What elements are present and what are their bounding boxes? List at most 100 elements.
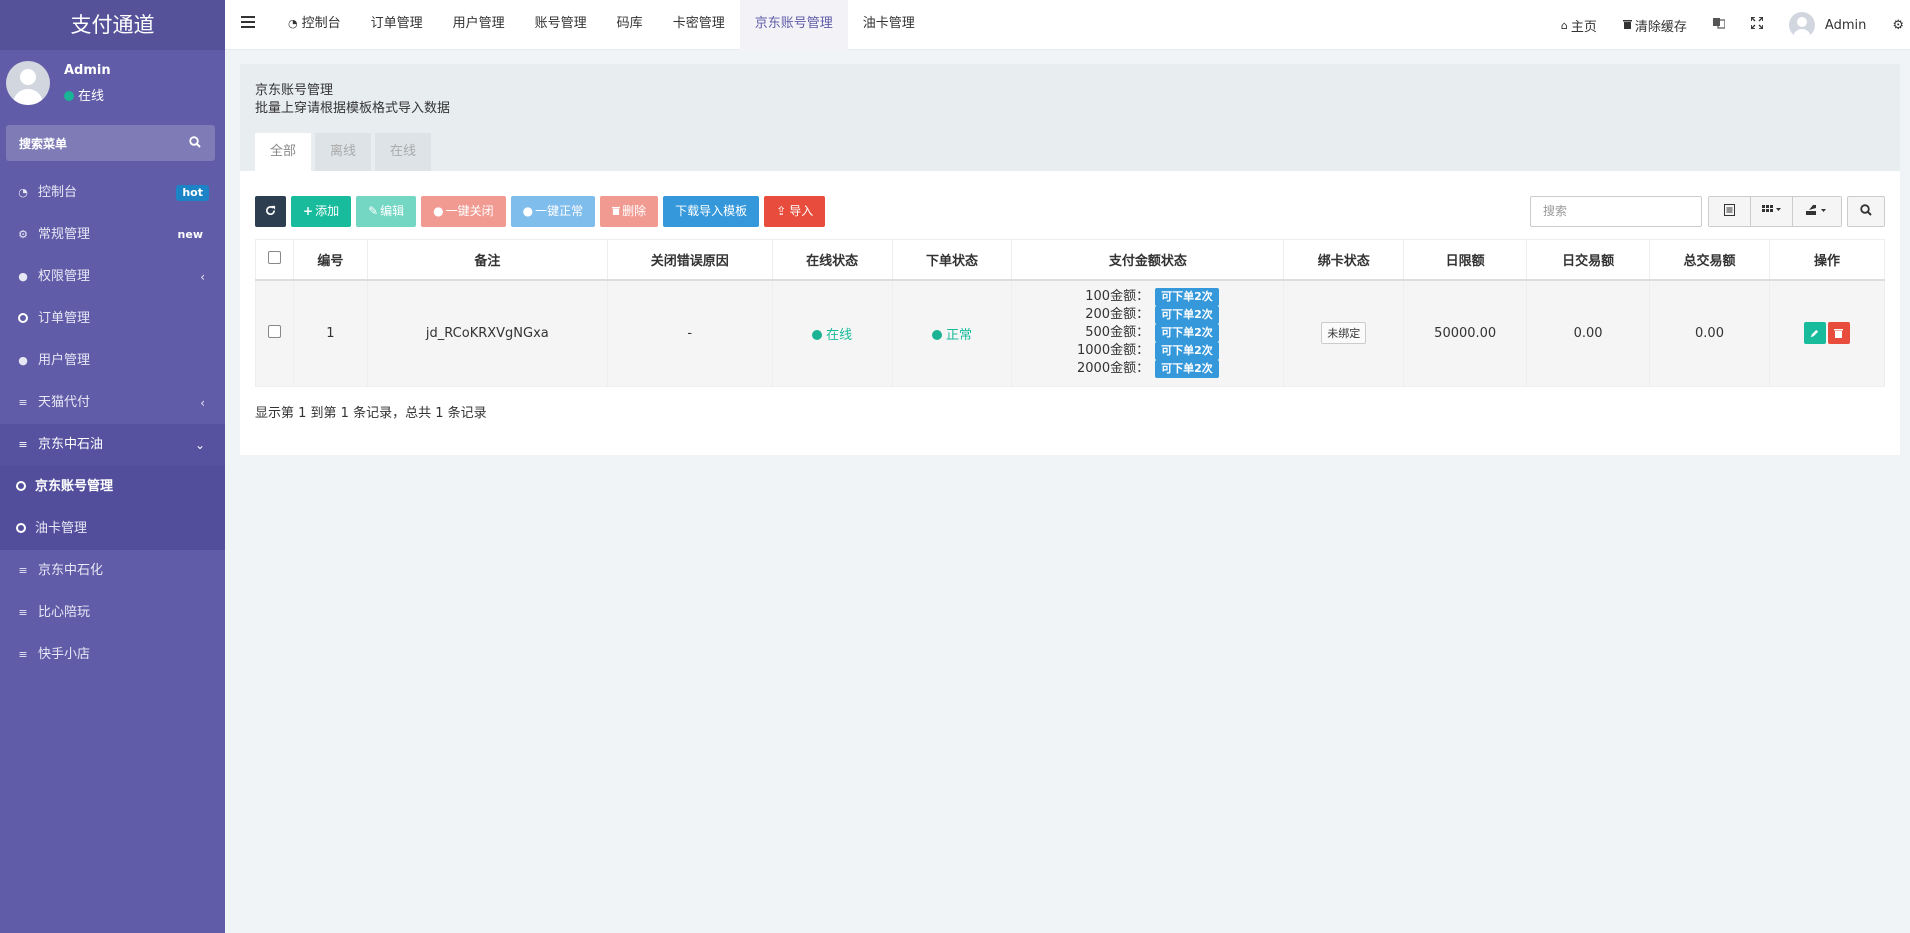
clear-cache-button[interactable]: 清除缓存 xyxy=(1610,16,1700,35)
topnav-card-secrets[interactable]: 卡密管理 xyxy=(658,0,740,50)
daily-limit-cell: 50000.00 xyxy=(1403,279,1528,387)
list-icon: ≡ xyxy=(18,396,28,409)
amount-label: 1000金额： xyxy=(1077,343,1150,359)
language-button[interactable] xyxy=(1700,17,1738,33)
sidebar-item-tmall[interactable]: ≡ 天猫代付 ‹ xyxy=(0,382,225,424)
column-header[interactable]: 关闭错误原因 xyxy=(606,239,773,281)
column-header[interactable]: 支付金额状态 xyxy=(1011,239,1285,281)
advanced-search-button[interactable] xyxy=(1847,196,1885,227)
menu-toggle-icon[interactable] xyxy=(241,16,255,32)
sidebar-item-label: 订单管理 xyxy=(38,311,91,326)
sidebar-item-label: 比心陪玩 xyxy=(38,605,91,620)
column-header[interactable]: 总交易额 xyxy=(1649,239,1770,281)
trash-icon xyxy=(612,204,621,218)
column-header[interactable]: 编号 xyxy=(292,239,368,281)
column-header[interactable]: 绑卡状态 xyxy=(1283,239,1405,281)
column-header[interactable]: 备注 xyxy=(366,239,608,281)
column-header[interactable]: 下单状态 xyxy=(891,239,1013,281)
download-template-button[interactable]: 下载导入模板 xyxy=(663,196,760,227)
topnav-orders[interactable]: 订单管理 xyxy=(356,0,438,50)
sidebar-item-oil-cards[interactable]: 油卡管理 xyxy=(0,508,225,550)
column-header[interactable]: 在线状态 xyxy=(771,239,893,281)
sidebar-item-general[interactable]: ⚙ 常规管理 new xyxy=(0,214,225,256)
panel-title: 京东账号管理 xyxy=(255,83,334,98)
sidebar-search-input[interactable]: 搜索菜单 xyxy=(6,125,215,161)
topnav-jd-accounts[interactable]: 京东账号管理 xyxy=(739,0,848,50)
tab-offline[interactable]: 离线 xyxy=(315,133,372,171)
tab-all[interactable]: 全部 xyxy=(255,133,312,171)
amount-label: 2000金额： xyxy=(1077,361,1150,377)
table-row[interactable]: 1 jd_RCoKRXVgNGxa - 在线 正常 100金额： 可下单2次 20… xyxy=(255,279,1886,387)
table-header-row: 编号 备注 关闭错误原因 在线状态 下单状态 支付金额状态 绑卡状态 日限额 日… xyxy=(255,239,1886,281)
top-navbar: ◔ 控制台 订单管理 用户管理 账号管理 码库 卡密管理 京东账号管理 油卡管理 … xyxy=(225,0,1910,50)
column-header[interactable]: 日限额 xyxy=(1403,239,1528,281)
home-link[interactable]: ⌂ 主页 xyxy=(1548,16,1610,35)
admin-name: Admin xyxy=(1824,17,1867,33)
close-all-label: 一键关闭 xyxy=(445,204,494,218)
sidebar-item-dashboard[interactable]: ◔ 控制台 hot xyxy=(0,172,225,214)
table-view-controls xyxy=(1708,196,1842,227)
amount-row: 1000金额： 可下单2次 xyxy=(1077,342,1219,361)
export-button[interactable] xyxy=(1793,197,1841,226)
import-label: 导入 xyxy=(789,204,814,218)
id-cell: 1 xyxy=(292,279,368,387)
topnav-accounts[interactable]: 账号管理 xyxy=(520,0,602,50)
panel-heading: 京东账号管理 批量上穿请根据模板格式导入数据 全部 离线 在线 xyxy=(240,64,1900,171)
edit-button[interactable]: ✎ 编辑 xyxy=(356,196,417,227)
refresh-icon xyxy=(265,204,276,218)
select-all-checkbox[interactable] xyxy=(267,250,281,264)
total-amount-cell: 0.00 xyxy=(1649,279,1770,387)
amount-label: 100金额： xyxy=(1085,289,1150,305)
content-panel: 京东账号管理 批量上穿请根据模板格式导入数据 全部 离线 在线 + 添加 ✎ 编辑 … xyxy=(240,64,1900,455)
add-button[interactable]: + 添加 xyxy=(291,196,352,227)
row-delete-button[interactable] xyxy=(1827,322,1850,345)
search-icon[interactable] xyxy=(189,136,201,152)
sidebar-item-label: 常规管理 xyxy=(38,227,91,242)
sidebar-item-label: 京东中石油 xyxy=(38,437,104,452)
sidebar-item-permissions[interactable]: ● 权限管理 ‹ xyxy=(0,256,225,298)
circle-icon xyxy=(16,481,26,491)
submenu: 京东账号管理 油卡管理 xyxy=(0,466,225,550)
sidebar-item-kuaishou[interactable]: ≡ 快手小店 xyxy=(0,634,225,676)
sidebar-item-jd-petrochina[interactable]: ≡ 京东中石油 ⌄ xyxy=(0,424,225,466)
topnav-oil-cards[interactable]: 油卡管理 xyxy=(848,0,930,50)
sidebar-item-label: 京东中石化 xyxy=(38,563,104,578)
fullscreen-button[interactable] xyxy=(1738,16,1776,33)
columns-button[interactable] xyxy=(1751,197,1793,226)
sidebar-item-orders[interactable]: 订单管理 xyxy=(0,298,225,340)
amount-tag: 可下单2次 xyxy=(1155,306,1219,325)
row-edit-button[interactable] xyxy=(1803,322,1826,345)
row-checkbox[interactable] xyxy=(267,324,281,338)
tab-online[interactable]: 在线 xyxy=(375,133,432,171)
amount-tag: 可下单2次 xyxy=(1155,342,1219,361)
delete-button[interactable]: 删除 xyxy=(600,196,659,227)
table-search-input[interactable]: 搜索 xyxy=(1530,196,1702,227)
admin-menu[interactable]: Admin xyxy=(1776,12,1879,38)
expand-icon xyxy=(1750,16,1764,33)
topnav-users[interactable]: 用户管理 xyxy=(438,0,520,50)
user-panel: Admin 在线 xyxy=(0,50,225,116)
normal-all-button[interactable]: ● 一键正常 xyxy=(510,196,596,227)
amount-tag: 可下单2次 xyxy=(1155,288,1219,307)
topnav-label: 控制台 xyxy=(301,16,341,31)
toggle-view-button[interactable] xyxy=(1709,197,1751,226)
refresh-button[interactable] xyxy=(255,196,286,227)
sidebar-item-jd-sinopec[interactable]: ≡ 京东中石化 xyxy=(0,550,225,592)
brand-title[interactable]: 支付通道 xyxy=(0,0,225,50)
order-status[interactable]: 正常 xyxy=(931,328,972,343)
settings-button[interactable]: ⚙ xyxy=(1879,18,1910,33)
online-status[interactable]: 在线 xyxy=(812,328,852,343)
import-button[interactable]: ⇪ 导入 xyxy=(764,196,826,227)
close-all-button[interactable]: ● 一键关闭 xyxy=(421,196,506,227)
circle-icon xyxy=(16,523,26,533)
sidebar-item-users[interactable]: ● 用户管理 xyxy=(0,340,225,382)
sidebar-item-bixin[interactable]: ≡ 比心陪玩 xyxy=(0,592,225,634)
sidebar-item-jd-accounts[interactable]: 京东账号管理 xyxy=(0,466,225,508)
topnav-codebase[interactable]: 码库 xyxy=(602,0,658,50)
amount-row: 500金额： 可下单2次 xyxy=(1077,324,1219,343)
topnav-dashboard[interactable]: ◔ 控制台 xyxy=(273,0,356,50)
accounts-table: 编号 备注 关闭错误原因 在线状态 下单状态 支付金额状态 绑卡状态 日限额 日… xyxy=(255,239,1886,387)
amount-status-cell: 100金额： 可下单2次 200金额： 可下单2次 500金额： 可下单2次 1000… xyxy=(1011,279,1285,387)
column-header[interactable]: 日交易额 xyxy=(1526,239,1651,281)
column-header[interactable]: 操作 xyxy=(1768,239,1886,281)
